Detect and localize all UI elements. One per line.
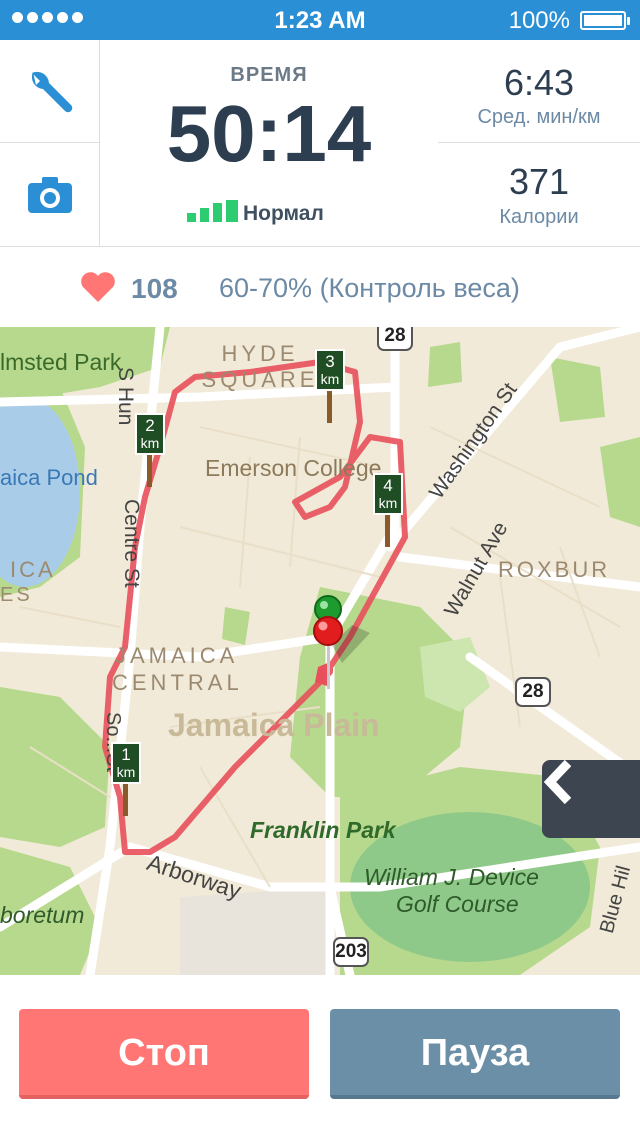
km-marker-number: 2: [145, 416, 155, 435]
tool-column: [0, 40, 100, 246]
km-marker-unit: km: [378, 495, 398, 511]
camera-icon: [28, 176, 72, 213]
km-marker-unit: km: [140, 435, 160, 451]
route-shield: 28: [377, 327, 413, 351]
gps-signal-label: Нормал: [243, 202, 324, 225]
duration-label: ВРЕМЯ: [230, 64, 308, 86]
camera-button[interactable]: [0, 143, 100, 246]
calories-caption: Калории: [499, 206, 579, 228]
km-marker-number: 1: [121, 745, 131, 764]
km-marker[interactable]: 2 km: [135, 413, 165, 487]
map-label-golf-2: Golf Course: [396, 891, 519, 917]
km-marker[interactable]: 1 km: [111, 742, 141, 816]
km-marker[interactable]: 3 km: [315, 349, 345, 423]
map-label-olmsted: lmsted Park: [0, 349, 122, 375]
map-label-centre-st: Centre St: [120, 499, 143, 588]
map-label-jamaica-central-1: JAMAICA: [115, 643, 239, 668]
duration-stat[interactable]: ВРЕМЯ 50:14 Нормал: [101, 40, 437, 246]
battery-icon: [580, 11, 630, 30]
km-marker-number: 3: [325, 352, 335, 371]
map-label-es: ES: [0, 584, 33, 606]
map-label-s-hun: S Hun: [114, 367, 137, 426]
km-marker-number: 4: [383, 476, 393, 495]
pace-caption: Сред. мин/км: [477, 106, 601, 128]
heart-rate-zone: 60-70% (Контроль веса): [219, 273, 520, 303]
map-label-jamaica-central-2: CENTRAL: [112, 670, 243, 695]
route-shield: 28: [515, 677, 551, 707]
heart-rate-value: 108: [131, 273, 178, 304]
pace-value: 6:43: [503, 62, 575, 103]
map-label-arboretum: boretum: [0, 902, 85, 928]
duration-value: 50:14: [166, 89, 372, 178]
gps-signal-icon: [187, 200, 238, 222]
heart-rate-row: 108 60-70% (Контроль веса): [0, 247, 640, 327]
calories-value: 371: [508, 161, 570, 202]
map-label-franklin-park: Franklin Park: [250, 817, 396, 843]
heart-icon: [81, 272, 115, 302]
calories-stat[interactable]: 371 Калории: [438, 143, 640, 246]
map-label-golf-1: William J. Device: [364, 864, 539, 890]
map-label-ica: ICA: [10, 557, 56, 582]
stop-button[interactable]: Стоп: [19, 1009, 309, 1099]
map-panel-toggle-button[interactable]: [542, 760, 640, 838]
end-pin-icon[interactable]: [312, 615, 372, 693]
battery-percent: 100%: [508, 7, 570, 34]
km-marker-unit: km: [116, 764, 136, 780]
map-label-hyde-square: HYDE SQUARE: [201, 341, 319, 392]
settings-button[interactable]: [0, 40, 100, 143]
action-bar: Стоп Пауза: [0, 975, 640, 1136]
stats-panel: ВРЕМЯ 50:14 Нормал 6:43 Сред. мин/км 371…: [0, 40, 640, 247]
status-bar: 1:23 AM 100%: [0, 0, 640, 40]
km-marker-unit: km: [320, 371, 340, 387]
map-label-jamaica-pond: aica Pond: [0, 465, 98, 490]
pause-button[interactable]: Пауза: [330, 1009, 620, 1099]
chevron-left-icon: [543, 760, 572, 804]
km-marker[interactable]: 4 km: [373, 473, 403, 547]
map-label-roxbury: ROXBUR: [498, 557, 611, 582]
route-shield: 203: [333, 937, 369, 967]
map-label-jamaica-plain: Jamaica Plain: [168, 707, 380, 743]
pace-stat[interactable]: 6:43 Сред. мин/км: [438, 40, 640, 143]
wrench-icon: [31, 71, 73, 113]
map-label-emerson: Emerson College: [205, 455, 382, 481]
route-map[interactable]: lmsted Park S Hun HYDE SQUARE Washington…: [0, 327, 640, 975]
